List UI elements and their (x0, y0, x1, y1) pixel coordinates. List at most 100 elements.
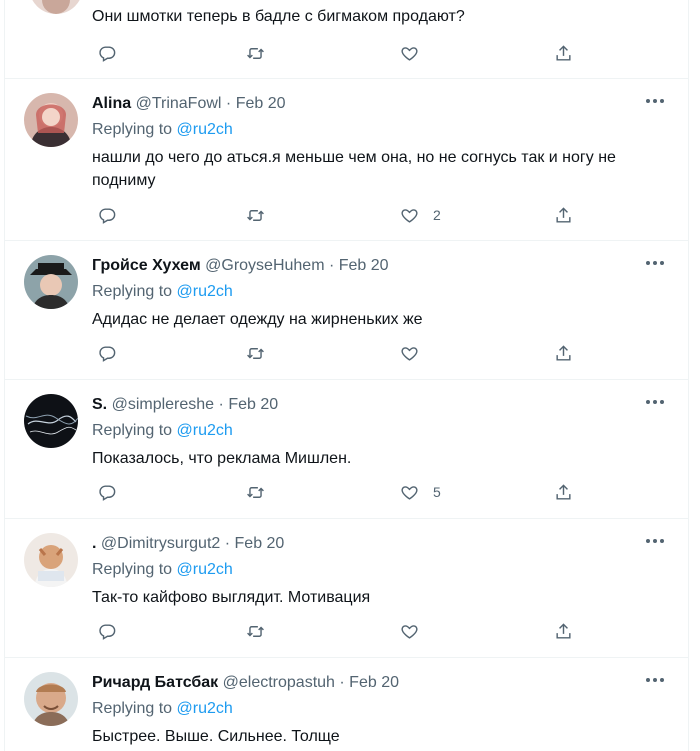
like-button[interactable] (400, 43, 433, 63)
tweet-header: Ричард Батсбак @electropastuh · Feb 20 (92, 673, 399, 693)
tweet-header: . @Dimitrysurgut2 · Feb 20 (92, 534, 284, 554)
tweet-date[interactable]: Feb 20 (235, 535, 285, 552)
reply-icon (99, 45, 116, 62)
tweet[interactable]: Alina @TrinaFowl · Feb 20 Replying to @r… (5, 79, 688, 241)
tweet-header: S. @simplereshe · Feb 20 (92, 395, 278, 415)
replying-to: Replying to @ru2ch (92, 560, 233, 580)
tweet[interactable]: S. @simplereshe · Feb 20 Replying to @ru… (5, 380, 688, 519)
avatar[interactable] (24, 255, 78, 309)
tweet-date[interactable]: Feb 20 (228, 396, 278, 413)
more-icon (646, 261, 664, 265)
more-button[interactable] (644, 253, 666, 273)
share-button[interactable] (554, 43, 573, 63)
display-name[interactable]: Гройсе Хухем (92, 257, 201, 274)
display-name[interactable]: Alina (92, 95, 131, 112)
reply-button[interactable] (98, 205, 117, 225)
user-handle[interactable]: @TrinaFowl (136, 95, 222, 112)
user-handle[interactable]: @Dimitrysurgut2 (101, 535, 220, 552)
display-name[interactable]: S. (92, 396, 107, 413)
replying-to: Replying to @ru2ch (92, 120, 233, 140)
feed-border-right (688, 0, 689, 751)
tweet[interactable]: Ричард Батсбак @electropastuh · Feb 20 R… (5, 658, 688, 751)
more-button[interactable] (644, 392, 666, 412)
reply-icon (99, 623, 116, 640)
mention-link[interactable]: @ru2ch (177, 121, 233, 138)
tweet-actions: 5 (92, 482, 592, 502)
tweet[interactable]: . @Dimitrysurgut2 · Feb 20 Replying to @… (5, 519, 688, 658)
reply-icon (99, 207, 116, 224)
display-name[interactable]: Ричард Батсбак (92, 674, 218, 691)
share-icon (556, 44, 571, 61)
tweet[interactable]: Гройсе Хухем @GroyseHuhem · Feb 20 Reply… (5, 241, 688, 380)
tweet-date[interactable]: Feb 20 (236, 95, 286, 112)
like-button[interactable] (400, 343, 433, 363)
replying-to: Replying to @ru2ch (92, 421, 233, 441)
replying-to: Replying to @ru2ch (92, 282, 233, 302)
like-button[interactable]: 5 (400, 482, 441, 502)
replying-to-label: Replying to (92, 700, 173, 717)
tweet-text: Показалось, что реклама Мишлен. (92, 450, 352, 467)
replying-to-label: Replying to (92, 422, 173, 439)
tweet[interactable]: Они шмотки теперь в бадле с бигмаком про… (5, 0, 688, 79)
tweet-date[interactable]: Feb 20 (339, 257, 389, 274)
like-icon (401, 624, 418, 639)
retweet-button[interactable] (246, 482, 265, 502)
share-button[interactable] (554, 621, 573, 641)
retweet-button[interactable] (246, 43, 265, 63)
separator-dot: · (328, 257, 335, 274)
user-handle[interactable]: @GroyseHuhem (205, 257, 324, 274)
reply-button[interactable] (98, 343, 117, 363)
share-button[interactable] (554, 205, 573, 225)
avatar[interactable] (24, 394, 78, 448)
like-button[interactable]: 2 (400, 205, 441, 225)
display-name[interactable]: . (92, 535, 96, 552)
share-icon (556, 622, 571, 639)
share-button[interactable] (554, 343, 573, 363)
tweet-text: Они шмотки теперь в бадле с бигмаком про… (92, 8, 465, 25)
replying-to-label: Replying to (92, 561, 173, 578)
tweet-text: Так-то кайфово выглядит. Мотивация (92, 589, 371, 606)
like-count: 5 (433, 484, 441, 500)
tweet-text: Адидас не делает одежду на жирненьких же (92, 311, 423, 328)
more-button[interactable] (644, 91, 666, 111)
retweet-icon (247, 625, 264, 637)
tweet-actions (92, 43, 592, 63)
reply-button[interactable] (98, 621, 117, 641)
more-icon (646, 99, 664, 103)
more-icon (646, 678, 664, 682)
like-icon (401, 346, 418, 361)
replying-to: Replying to @ru2ch (92, 699, 233, 719)
mention-link[interactable]: @ru2ch (177, 422, 233, 439)
tweet-text: Быстрее. Выше. Сильнее. Толще (92, 728, 340, 745)
user-handle[interactable]: @simplereshe (112, 396, 215, 413)
more-icon (646, 400, 664, 404)
reply-button[interactable] (98, 43, 117, 63)
tweet-header: Гройсе Хухем @GroyseHuhem · Feb 20 (92, 256, 389, 276)
user-handle[interactable]: @electropastuh (223, 674, 335, 691)
more-button[interactable] (644, 670, 666, 690)
avatar[interactable] (24, 93, 78, 147)
mention-link[interactable]: @ru2ch (177, 700, 233, 717)
avatar[interactable] (29, 0, 83, 14)
retweet-button[interactable] (246, 343, 265, 363)
avatar[interactable] (24, 672, 78, 726)
share-icon (556, 344, 571, 361)
avatar[interactable] (24, 533, 78, 587)
like-icon (401, 208, 418, 223)
retweet-button[interactable] (246, 205, 265, 225)
tweet-date[interactable]: Feb 20 (349, 674, 399, 691)
retweet-icon (247, 486, 264, 498)
reply-button[interactable] (98, 482, 117, 502)
share-button[interactable] (554, 482, 573, 502)
retweet-icon (247, 47, 264, 59)
separator-dot: · (218, 396, 224, 413)
retweet-button[interactable] (246, 621, 265, 641)
tweet-actions (92, 343, 592, 363)
mention-link[interactable]: @ru2ch (177, 283, 233, 300)
like-icon (401, 46, 418, 61)
more-button[interactable] (644, 531, 666, 551)
replying-to-label: Replying to (92, 283, 173, 300)
like-button[interactable] (400, 621, 433, 641)
share-icon (556, 206, 571, 223)
mention-link[interactable]: @ru2ch (177, 561, 233, 578)
